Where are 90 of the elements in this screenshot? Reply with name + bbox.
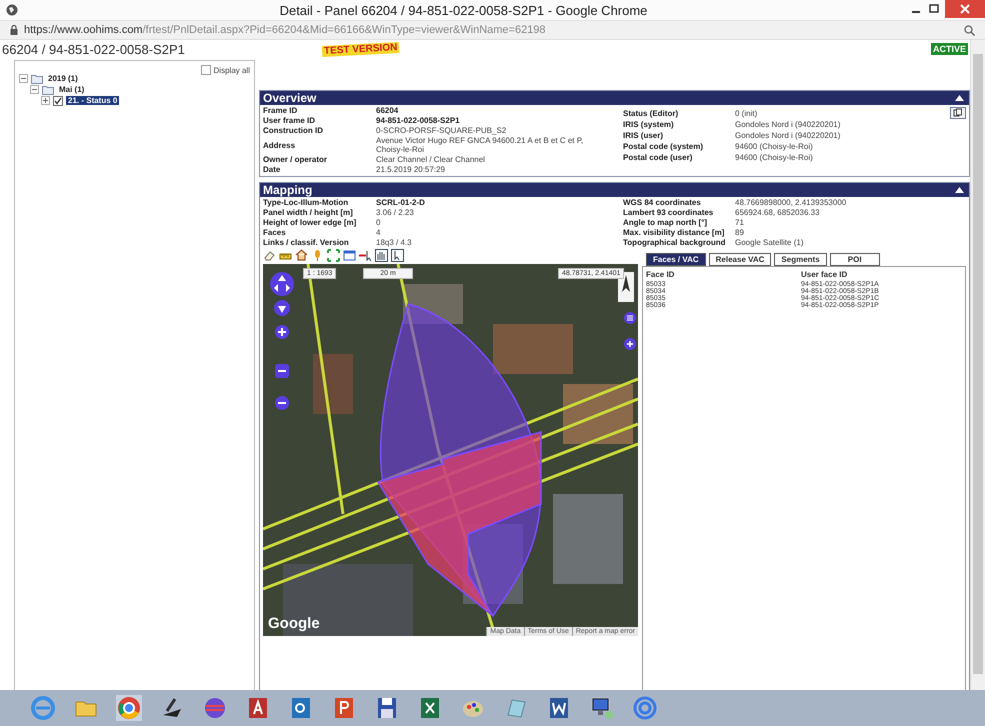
expand-toggle[interactable] xyxy=(30,85,39,94)
tree-checkbox[interactable] xyxy=(53,96,63,106)
maximize-icon[interactable] xyxy=(927,3,941,15)
lock-icon xyxy=(10,25,18,35)
collapse-icon[interactable] xyxy=(955,95,964,101)
column-header: User face ID xyxy=(801,270,956,281)
field-value: Google Satellite (1) xyxy=(735,238,804,247)
field-label: Address xyxy=(263,140,296,150)
column-header: Face ID xyxy=(646,270,801,281)
browser-circle-icon[interactable] xyxy=(116,695,142,721)
zoom-out-icon[interactable] xyxy=(275,396,289,410)
field-label: Construction ID xyxy=(263,126,324,135)
field-label: Panel width / height [m] xyxy=(263,208,354,217)
field-value: Clear Channel / Clear Channel xyxy=(376,155,486,164)
field-label: Angle to map north [°] xyxy=(623,218,708,227)
field-label: Owner / operator xyxy=(263,155,328,164)
field-value: 18q3 / 4.3 xyxy=(376,238,413,247)
window-icon[interactable] xyxy=(343,249,356,262)
scrollbar[interactable] xyxy=(970,40,985,690)
field-label: Topographical background xyxy=(623,238,727,247)
field-value: 0-SCRO-PORSF-SQUARE-PUB_S2 xyxy=(376,126,508,135)
tab[interactable]: Segments xyxy=(774,253,827,266)
expand-toggle[interactable] xyxy=(41,96,50,105)
field-value: 3.06 / 2.23 xyxy=(376,208,415,217)
expand-arrows-icon[interactable] xyxy=(327,249,340,262)
pointer-icon[interactable] xyxy=(391,249,404,262)
field-value: 0 xyxy=(376,218,382,227)
layers-icon[interactable] xyxy=(624,312,636,324)
field-value: 4 xyxy=(376,228,382,237)
tree-item[interactable]: 2019 (1) xyxy=(46,74,80,83)
checkmark-icon xyxy=(54,96,62,104)
field-value: 66204 xyxy=(376,106,400,115)
field-label: Postal code (system) xyxy=(623,142,704,151)
field-label: Height of lower edge [m] xyxy=(263,218,358,227)
field-label: WGS 84 coordinates xyxy=(623,198,702,207)
field-value: Avenue Victor Hugo REF GNCA 94600.21 A et B et C et P, Choisy-le-Roi xyxy=(376,136,584,154)
field-label: IRIS (system) xyxy=(623,120,675,129)
zoom-in-icon[interactable] xyxy=(275,325,289,339)
eraser-icon[interactable] xyxy=(263,249,276,262)
field-value: SCRL-01-2-D xyxy=(376,198,426,207)
field-value: 71 xyxy=(735,218,745,227)
window-title: Detail - Panel 66204 / 94-851-022-0058-S2P1 - Google Chrome xyxy=(278,2,648,18)
field-label: Lambert 93 coordinates xyxy=(623,208,714,217)
field-label: Frame ID xyxy=(263,106,298,115)
field-label: Links / classif. Version xyxy=(263,238,350,247)
field-label: Postal code (user) xyxy=(623,153,694,162)
panel-title: Mapping xyxy=(263,183,312,197)
status-badge: ACTIVE xyxy=(930,43,968,55)
folder-icon xyxy=(31,74,43,84)
close-icon[interactable] xyxy=(945,0,985,18)
expand-toggle[interactable] xyxy=(19,74,28,83)
field-label: User frame ID xyxy=(263,116,316,125)
field-label: IRIS (user) xyxy=(623,131,664,140)
field-value: 48.7669898000, 2.4139353000 xyxy=(735,198,848,207)
zoom-icon xyxy=(964,24,975,36)
tab[interactable]: POI xyxy=(830,253,880,266)
folder-icon xyxy=(42,84,54,94)
panel-title: Overview xyxy=(263,91,316,105)
zoom-out-icon[interactable] xyxy=(275,364,289,378)
field-value: Gondoles Nord i (940220201) xyxy=(735,131,842,140)
field-label: Max. visibility distance [m] xyxy=(623,228,726,237)
tree-item[interactable]: Mai (1) xyxy=(57,85,86,94)
copy-icon[interactable] xyxy=(950,107,966,119)
house-icon[interactable] xyxy=(295,249,308,262)
plus-icon[interactable] xyxy=(624,338,636,350)
field-value: Gondoles Nord i (940220201) xyxy=(735,120,842,129)
field-label: Faces xyxy=(263,228,287,237)
field-value: 94600 (Choisy-le-Roi) xyxy=(735,142,814,151)
field-value: 21.5.2019 20:57:29 xyxy=(376,165,446,174)
field-label: Date xyxy=(263,165,282,174)
field-value: 656924.68, 6852036.33 xyxy=(735,208,821,217)
page-title: 66204 / 94-851-022-0058-S2P1 xyxy=(2,42,186,57)
test-version-label: TEST VERSION xyxy=(322,42,400,58)
map-logo: Google xyxy=(268,615,320,632)
collapse-icon[interactable] xyxy=(955,187,964,193)
line-cursor-icon[interactable] xyxy=(359,249,372,262)
plus-icon xyxy=(42,97,49,104)
field-value: 94600 (Choisy-le-Roi) xyxy=(735,153,814,162)
tab[interactable]: Faces / VAC xyxy=(646,253,706,266)
tab[interactable]: Release VAC xyxy=(708,253,772,266)
globe-icon xyxy=(6,4,18,16)
field-label: Type-Loc-Illum-Motion xyxy=(263,198,350,207)
field-label: Status (Editor) xyxy=(623,109,680,118)
field-value: 94-851-022-0058-S2P1 xyxy=(376,116,461,125)
field-value: 0 (init) xyxy=(735,109,758,118)
sphere-icon[interactable] xyxy=(202,695,228,721)
tree-item[interactable]: 21. - Status 0 xyxy=(66,96,120,105)
display-all-checkbox[interactable] xyxy=(200,65,211,75)
field-value: 89 xyxy=(735,228,745,237)
checkbox-label: Display all xyxy=(214,66,250,74)
